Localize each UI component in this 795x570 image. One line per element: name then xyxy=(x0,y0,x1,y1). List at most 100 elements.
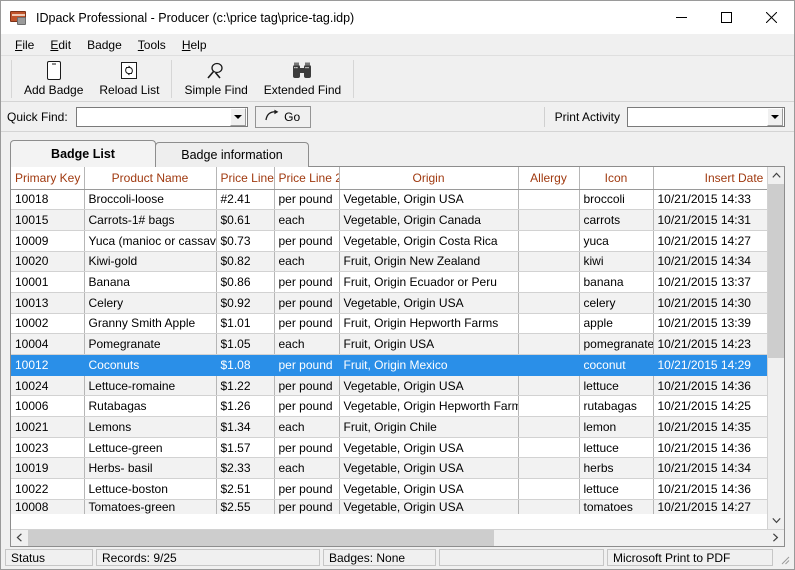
cell-icon: herbs xyxy=(579,457,654,480)
cell-primary-key: 10009 xyxy=(11,230,85,252)
horizontal-scrollbar[interactable] xyxy=(11,529,784,546)
table-row[interactable]: 10022 Lettuce-boston $2.51 per pound Vegetab… xyxy=(11,478,767,500)
application-window: IDpack Professional - Producer (c:\price… xyxy=(0,0,795,570)
table-row[interactable]: 10013 Celery $0.92 per pound Vegetable, Orig… xyxy=(11,292,767,314)
cell-price-line-2: per pound xyxy=(274,271,340,293)
arrow-curve-icon xyxy=(265,109,280,125)
cell-price-line-1: $0.92 xyxy=(216,292,275,314)
quick-find-input[interactable] xyxy=(75,106,248,127)
table-row[interactable]: 10021 Lemons $1.34 each Fruit, Origin Chile l… xyxy=(11,416,767,438)
cell-price-line-1: $1.22 xyxy=(216,375,275,397)
add-badge-button[interactable]: Add Badge xyxy=(16,58,91,100)
chevron-down-icon[interactable] xyxy=(229,107,246,126)
toolbar-separator-3 xyxy=(353,59,355,98)
go-button[interactable]: Go xyxy=(254,105,311,128)
cell-origin: Vegetable, Origin USA xyxy=(339,292,519,314)
cell-price-line-1: $1.08 xyxy=(216,354,275,376)
close-icon[interactable] xyxy=(749,1,794,34)
cell-product-name: Tomatoes-green xyxy=(84,499,217,514)
cell-primary-key: 10022 xyxy=(11,478,85,500)
table-row[interactable]: 10024 Lettuce-romaine $1.22 per pound Vegeta… xyxy=(11,375,767,397)
menu-edit[interactable]: Edit xyxy=(42,36,79,54)
table-row[interactable]: 10008 Tomatoes-green $2.55 per pound Vegetab… xyxy=(11,499,767,514)
menu-tools[interactable]: Tools xyxy=(130,36,174,54)
column-header-icon[interactable]: Icon xyxy=(579,167,654,190)
print-activity-select[interactable] xyxy=(627,106,785,127)
table-row[interactable]: 10012 Coconuts $1.08 per pound Fruit, Origin… xyxy=(11,354,767,376)
cell-price-line-2: per pound xyxy=(274,478,340,500)
go-label: Go xyxy=(284,109,301,124)
cell-allergy xyxy=(518,375,580,397)
column-header-primary-key[interactable]: Primary Key xyxy=(11,167,85,190)
cell-price-line-2: each xyxy=(274,333,340,355)
table-row[interactable]: 10023 Lettuce-green $1.57 per pound Vegetabl… xyxy=(11,437,767,459)
cell-price-line-1: $0.73 xyxy=(216,230,275,252)
cell-primary-key: 10024 xyxy=(11,375,85,397)
cell-product-name: Yuca (manioc or cassava) xyxy=(84,230,217,252)
badge-list-grid: Primary Key Product Name Price Line 1 Pr… xyxy=(10,166,785,547)
horizontal-scroll-thumb[interactable] xyxy=(28,530,494,546)
tab-strip: Badge List Badge information xyxy=(10,140,785,167)
scroll-right-icon[interactable] xyxy=(767,530,784,545)
cell-origin: Fruit, Origin Ecuador or Peru xyxy=(339,271,519,293)
minimize-icon[interactable] xyxy=(659,1,704,34)
cell-product-name: Kiwi-gold xyxy=(84,251,217,273)
vertical-scroll-thumb[interactable] xyxy=(768,184,784,358)
cell-price-line-1: $2.33 xyxy=(216,457,275,480)
status-cell-badges: Badges: None xyxy=(323,549,436,566)
vertical-scroll-track[interactable] xyxy=(768,184,784,512)
cell-origin: Vegetable, Origin Costa Rica xyxy=(339,230,519,252)
column-header-price-line-1[interactable]: Price Line 1 xyxy=(216,167,275,190)
cell-icon: tomatoes xyxy=(579,499,654,514)
scroll-down-icon[interactable] xyxy=(768,512,784,529)
cell-insert-date: 10/21/2015 14:36 xyxy=(653,478,767,500)
cell-insert-date: 10/21/2015 14:31 xyxy=(653,209,767,231)
tab-badge-list[interactable]: Badge List xyxy=(10,140,156,167)
table-row[interactable]: 10002 Granny Smith Apple $1.01 per pound Fru… xyxy=(11,313,767,335)
cell-primary-key: 10021 xyxy=(11,416,85,438)
table-row[interactable]: 10001 Banana $0.86 per pound Fruit, Origin E… xyxy=(11,271,767,293)
simple-find-label: Simple Find xyxy=(184,82,248,97)
cell-allergy xyxy=(518,333,580,355)
cell-origin: Fruit, Origin New Zealand xyxy=(339,251,519,273)
column-header-price-line-2[interactable]: Price Line 2 xyxy=(274,167,340,190)
vertical-scrollbar[interactable] xyxy=(767,167,784,529)
cell-origin: Vegetable, Origin USA xyxy=(339,499,519,514)
maximize-icon[interactable] xyxy=(704,1,749,34)
cell-primary-key: 10023 xyxy=(11,437,85,459)
column-header-allergy[interactable]: Allergy xyxy=(518,167,580,190)
cell-price-line-2: each xyxy=(274,457,340,480)
table-row[interactable]: 10004 Pomegranate $1.05 each Fruit, Origin U… xyxy=(11,333,767,355)
table-row[interactable]: 10018 Broccoli-loose #2.41 per pound Vegetab… xyxy=(11,189,767,211)
status-bar: Status Records: 9/25 Badges: None Micros… xyxy=(1,547,794,569)
table-row[interactable]: 10006 Rutabagas $1.26 per pound Vegetable, O… xyxy=(11,395,767,418)
table-row[interactable]: 10020 Kiwi-gold $0.82 each Fruit, Origin New… xyxy=(11,251,767,273)
horizontal-scroll-track[interactable] xyxy=(28,530,767,546)
cell-allergy xyxy=(518,209,580,231)
cell-allergy xyxy=(518,499,580,514)
table-header-row: Primary Key Product Name Price Line 1 Pr… xyxy=(11,167,767,190)
extended-find-button[interactable]: Extended Find xyxy=(256,58,349,100)
chevron-down-icon[interactable] xyxy=(767,107,783,126)
menu-file[interactable]: File xyxy=(7,36,42,54)
reload-list-button[interactable]: Reload List xyxy=(91,58,167,100)
scroll-left-icon[interactable] xyxy=(11,530,28,545)
column-header-product-name[interactable]: Product Name xyxy=(84,167,217,190)
table-row[interactable]: 10009 Yuca (manioc or cassava) $0.73 per po… xyxy=(11,230,767,252)
table-row[interactable]: 10015 Carrots-1# bags $0.61 each Vegetable, … xyxy=(11,209,767,231)
findbar-separator xyxy=(543,106,545,127)
resize-grip-icon[interactable] xyxy=(776,549,790,566)
cell-price-line-1: $1.34 xyxy=(216,416,275,438)
cell-primary-key: 10004 xyxy=(11,333,85,355)
table-row[interactable]: 10019 Herbs- basil $2.33 each Vegetable, Ori… xyxy=(11,457,767,480)
scroll-up-icon[interactable] xyxy=(768,167,784,184)
column-header-insert-date[interactable]: Insert Date xyxy=(653,167,767,190)
tab-badge-information[interactable]: Badge information xyxy=(155,142,309,167)
simple-find-button[interactable]: Simple Find xyxy=(176,58,255,100)
cell-allergy xyxy=(518,437,580,459)
column-header-origin[interactable]: Origin xyxy=(339,167,519,190)
cell-insert-date: 10/21/2015 14:33 xyxy=(653,189,767,211)
cell-insert-date: 10/21/2015 14:34 xyxy=(653,251,767,273)
menu-help[interactable]: Help xyxy=(174,36,215,54)
menu-badge[interactable]: Badge xyxy=(79,36,130,54)
